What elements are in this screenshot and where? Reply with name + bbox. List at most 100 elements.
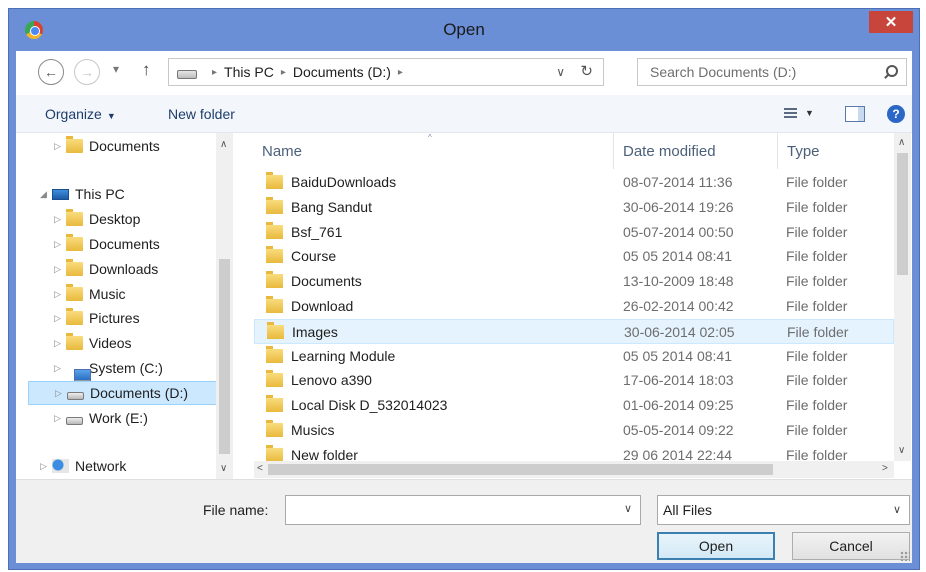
scroll-thumb[interactable] — [268, 464, 773, 475]
file-row[interactable]: Documents 13-10-2009 18:48 File folder — [254, 269, 894, 294]
search-input[interactable] — [650, 64, 870, 80]
breadcrumb-separator: ▸ — [280, 66, 286, 78]
file-name-cell: Course — [266, 246, 336, 264]
tree-item[interactable]: ▷ Pictures — [54, 306, 140, 330]
file-type-select[interactable]: All Files ∨ — [657, 495, 910, 525]
tree-item[interactable]: ▷ Videos — [54, 331, 132, 355]
scroll-down-arrow-icon[interactable]: ∨ — [898, 445, 905, 456]
file-row[interactable]: Musics 05-05-2014 09:22 File folder — [254, 418, 894, 443]
up-button[interactable]: ↑ — [142, 60, 151, 80]
file-row[interactable]: Learning Module 05 05 2014 08:41 File fold… — [254, 344, 894, 369]
open-dialog: Open ✕ ← → ▾ ↑ ▸ This PC ▸ Documents (D:… — [8, 8, 920, 570]
column-header-type[interactable]: Type — [779, 133, 894, 169]
file-name-cell: Lenovo a390 — [266, 370, 372, 389]
tree-expander-icon[interactable]: ▷ — [54, 214, 66, 225]
videos-folder-icon — [66, 333, 83, 350]
file-row[interactable]: Lenovo a390 17-06-2014 18:03 File folder — [254, 368, 894, 393]
file-name-combobox[interactable]: ∨ — [285, 495, 641, 525]
tree-item[interactable]: ▷ Documents — [54, 134, 160, 158]
folder-icon — [266, 444, 283, 462]
column-header-date[interactable]: Date modified — [615, 133, 778, 169]
tree-item[interactable]: ▷ Work (E:) — [54, 406, 148, 430]
file-row[interactable]: BaiduDownloads 08-07-2014 11:36 File folde… — [254, 170, 894, 195]
view-options-chevron-icon[interactable]: ▼ — [805, 108, 814, 118]
back-button[interactable]: ← — [38, 59, 64, 85]
tree-item[interactable]: ▷ Music — [54, 282, 126, 306]
tree-expander-icon[interactable]: ▷ — [54, 289, 66, 300]
file-name-cell: Bsf_761 — [266, 221, 343, 240]
file-row[interactable]: Images 30-06-2014 02:05 File folder — [254, 318, 894, 344]
date-modified-cell: 30-06-2014 19:26 — [623, 198, 734, 215]
file-type-dropdown-icon[interactable]: ∨ — [893, 503, 901, 516]
title-bar[interactable]: Open ✕ — [9, 9, 919, 51]
close-button[interactable]: ✕ — [869, 11, 913, 33]
preview-pane-icon[interactable] — [845, 106, 865, 122]
file-list-vertical-scrollbar[interactable]: ∧ ∨ — [894, 133, 911, 461]
scroll-up-arrow-icon[interactable]: ∧ — [220, 139, 227, 150]
address-bar[interactable]: ▸ This PC ▸ Documents (D:) ▸ ∨ ↻ — [168, 58, 604, 86]
scroll-thumb[interactable] — [897, 153, 908, 275]
tree-expander-icon[interactable]: ▷ — [55, 388, 67, 399]
tree-expander-icon[interactable]: ▷ — [54, 338, 66, 349]
scroll-down-arrow-icon[interactable]: ∨ — [220, 463, 227, 474]
file-row[interactable]: Bsf_761 05-07-2014 00:50 File folder — [254, 220, 894, 245]
tree-item[interactable]: ▷ Network — [40, 454, 126, 478]
tree-item[interactable]: ◢ This PC — [40, 182, 125, 206]
type-cell: File folder — [786, 397, 848, 414]
navigation-pane-scrollbar[interactable]: ∧ ∨ — [216, 133, 233, 479]
file-name-dropdown-icon[interactable]: ∨ — [624, 502, 632, 515]
file-name-cell: Bang Sandut — [266, 196, 372, 215]
cancel-button[interactable]: Cancel — [792, 532, 910, 560]
chevron-down-icon: ▼ — [106, 111, 116, 121]
file-row[interactable]: Bang Sandut 30-06-2014 19:26 File folder — [254, 195, 894, 220]
tree-item[interactable]: ▷ Documents — [54, 232, 160, 256]
recent-locations-button[interactable]: ▾ — [113, 62, 119, 76]
resize-grip-icon[interactable] — [900, 551, 910, 561]
file-name: Lenovo a390 — [291, 372, 372, 389]
tree-item[interactable]: ▷ System (C:) — [54, 356, 163, 383]
breadcrumb-documents-d[interactable]: Documents (D:) — [293, 64, 391, 80]
address-dropdown-button[interactable]: ∨ — [556, 65, 565, 79]
forward-button[interactable]: → — [74, 59, 100, 85]
file-list-horizontal-scrollbar[interactable]: < > — [254, 461, 894, 478]
open-button[interactable]: Open — [657, 532, 775, 560]
file-row[interactable]: Download 26-02-2014 00:42 File folder — [254, 294, 894, 319]
scroll-left-arrow-icon[interactable]: < — [257, 463, 263, 474]
tree-expander-icon[interactable]: ▷ — [54, 141, 66, 152]
change-view-icon[interactable] — [784, 108, 797, 119]
tree-item[interactable]: ▷ Documents (D:) — [28, 381, 218, 405]
file-row[interactable]: Course 05 05 2014 08:41 File folder — [254, 244, 894, 269]
file-name-cell: Learning Module — [266, 345, 395, 364]
tree-expander-icon[interactable]: ▷ — [54, 313, 66, 324]
file-name: Bsf_761 — [291, 223, 343, 240]
scroll-up-arrow-icon[interactable]: ∧ — [898, 137, 905, 148]
type-cell: File folder — [786, 174, 848, 190]
organize-button[interactable]: Organize ▼ — [45, 106, 116, 122]
tree-expander-icon[interactable]: ▷ — [54, 363, 66, 374]
file-name-label: File name: — [203, 502, 269, 518]
column-header-name[interactable]: Name ^ — [254, 133, 614, 169]
tree-expander-icon[interactable]: ▷ — [54, 264, 66, 275]
tree-item-label: Work (E:) — [89, 410, 148, 426]
file-name-input[interactable] — [290, 501, 610, 517]
dialog-body: ← → ▾ ↑ ▸ This PC ▸ Documents (D:) ▸ ∨ ↻… — [16, 51, 912, 563]
refresh-button[interactable]: ↻ — [580, 62, 593, 80]
new-folder-button[interactable]: New folder — [168, 106, 235, 122]
tree-expander-icon[interactable]: ◢ — [40, 189, 52, 200]
tree-item[interactable]: ▷ Downloads — [54, 257, 158, 281]
tree-item[interactable]: ▷ Desktop — [54, 207, 140, 231]
breadcrumb-separator[interactable]: ▸ — [398, 67, 403, 78]
scroll-thumb[interactable] — [219, 259, 230, 454]
command-bar: Organize ▼ New folder ▼ ? — [16, 95, 912, 133]
breadcrumb-this-pc[interactable]: This PC — [224, 64, 274, 80]
folder-icon — [266, 370, 283, 388]
tree-expander-icon[interactable]: ▷ — [54, 239, 66, 250]
tree-item-label: System (C:) — [89, 360, 163, 376]
search-icon[interactable] — [886, 65, 898, 77]
help-icon[interactable]: ? — [887, 105, 905, 123]
tree-expander-icon[interactable]: ▷ — [40, 461, 52, 472]
file-row[interactable]: Local Disk D_532014023 01-06-2014 09:25 Fi… — [254, 393, 894, 418]
tree-expander-icon[interactable]: ▷ — [54, 413, 66, 424]
scroll-right-arrow-icon[interactable]: > — [882, 463, 888, 474]
search-box[interactable] — [637, 58, 907, 86]
